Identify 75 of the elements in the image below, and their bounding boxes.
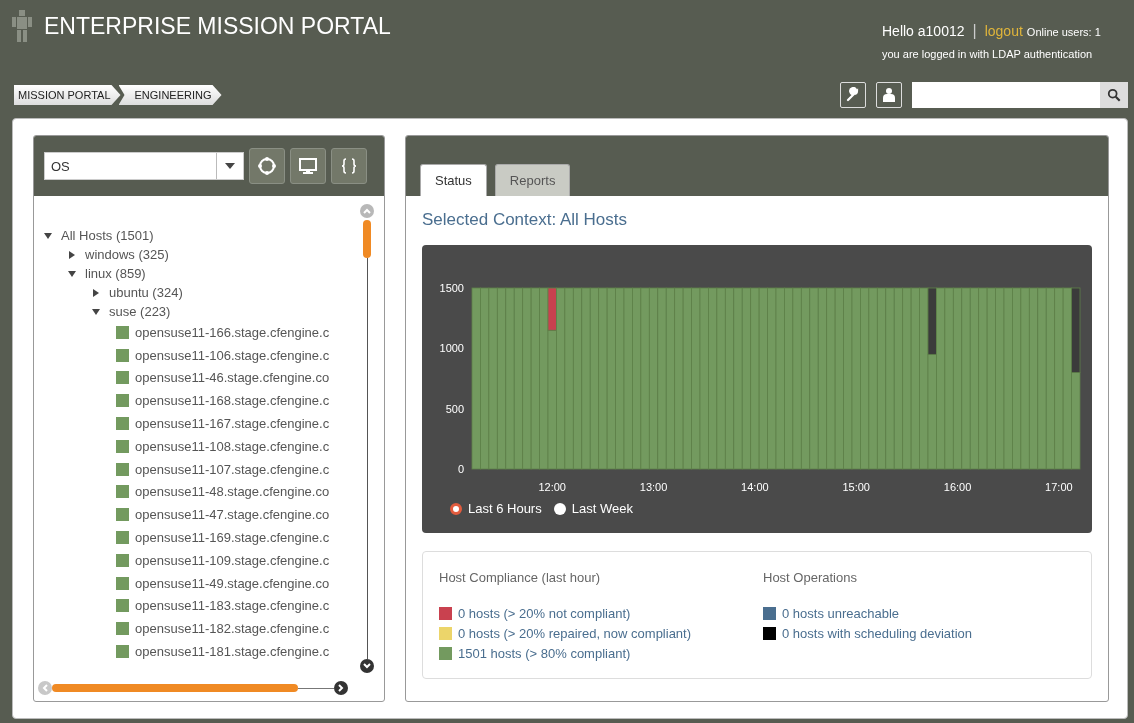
host-item[interactable]: opensuse11-166.stage.cfengine.c — [135, 324, 330, 340]
filter-dropdown[interactable]: OS — [44, 152, 244, 180]
tab[interactable]: Status — [420, 164, 487, 196]
x-tick-label: 12:00 — [538, 481, 566, 493]
host-item[interactable]: opensuse11-181.stage.cfengine.c — [135, 644, 330, 660]
wrench-icon — [845, 87, 861, 103]
tree-node[interactable]: windows (325) — [85, 247, 169, 262]
expanded-arrow-icon[interactable] — [92, 307, 100, 316]
y-tick-label: 1000 — [439, 342, 464, 355]
robot-logo-icon — [12, 10, 32, 42]
monitor-button[interactable] — [290, 148, 326, 184]
host-item[interactable]: opensuse11-182.stage.cfengine.c — [135, 621, 330, 637]
tree-node[interactable]: linux (859) — [85, 266, 146, 281]
tree-node[interactable]: All Hosts (1501) — [61, 228, 154, 243]
user-button[interactable] — [876, 82, 902, 108]
greeting: Hello a10012 — [882, 23, 965, 39]
host-item[interactable]: opensuse11-46.stage.cfengine.co — [135, 370, 330, 386]
person-icon — [881, 87, 897, 103]
expanded-arrow-icon[interactable] — [44, 231, 52, 240]
scroll-thumb[interactable] — [52, 684, 298, 692]
auth-note: you are logged in with LDAP authentication — [882, 48, 1094, 60]
portal-title: ENTERPRISE MISSION PORTAL — [44, 12, 391, 40]
caret-icon — [225, 163, 235, 169]
summary-heading: Host Compliance (last hour) — [439, 570, 602, 585]
summary-link[interactable]: 0 hosts (> 20% not compliant) — [458, 605, 631, 621]
summary-heading: Host Operations — [763, 570, 858, 585]
x-tick-label: 13:00 — [639, 481, 668, 493]
tree-node[interactable]: suse (223) — [109, 304, 171, 319]
breadcrumb-item[interactable]: MISSION PORTAL — [14, 85, 121, 105]
target-icon — [257, 156, 277, 176]
y-tick-label: 500 — [445, 402, 464, 415]
wrench-button[interactable] — [840, 82, 866, 108]
scroll-right-icon[interactable] — [334, 681, 348, 695]
breadcrumb-item[interactable]: ENGINEERING — [118, 85, 222, 105]
braces-icon — [339, 156, 359, 176]
host-item[interactable]: opensuse11-47.stage.cfengine.co — [135, 507, 330, 523]
host-item[interactable]: opensuse11-167.stage.cfengine.c — [135, 416, 330, 432]
host-item[interactable]: opensuse11-49.stage.cfengine.co — [135, 575, 330, 591]
online-users: Online users: 1 — [1026, 26, 1101, 38]
context-title: Selected Context: All Hosts — [422, 210, 629, 230]
summary-link[interactable]: 0 hosts (> 20% repaired, now compliant) — [458, 625, 692, 641]
expanded-arrow-icon[interactable] — [68, 269, 76, 278]
host-item[interactable]: opensuse11-107.stage.cfengine.c — [135, 461, 330, 477]
braces-button[interactable] — [331, 148, 367, 184]
x-tick-label: 17:00 — [1045, 481, 1073, 493]
y-tick-label: 0 — [457, 463, 464, 475]
scroll-thumb[interactable] — [363, 220, 371, 258]
separator: | — [972, 22, 977, 40]
logout-link[interactable]: logout — [984, 23, 1023, 39]
summary-link[interactable]: 1501 hosts (> 80% compliant) — [458, 645, 631, 661]
scroll-track — [298, 687, 334, 689]
tab[interactable]: Reports — [494, 164, 571, 196]
host-item[interactable]: opensuse11-48.stage.cfengine.co — [135, 484, 330, 500]
collapsed-arrow-icon[interactable] — [92, 288, 100, 297]
collapsed-arrow-icon[interactable] — [68, 250, 76, 259]
host-item[interactable]: opensuse11-108.stage.cfengine.c — [135, 438, 330, 454]
tree-node[interactable]: ubuntu (324) — [109, 285, 183, 300]
target-button[interactable] — [249, 148, 285, 184]
x-tick-label: 14:00 — [741, 481, 769, 493]
scroll-down-icon[interactable] — [360, 659, 374, 673]
host-item[interactable]: opensuse11-183.stage.cfengine.c — [135, 598, 330, 614]
vertical-scrollbar[interactable] — [360, 204, 374, 673]
summary-link[interactable]: 0 hosts unreachable — [782, 605, 900, 621]
x-tick-label: 15:00 — [842, 481, 870, 493]
range-radio[interactable]: Last 6 Hours — [450, 501, 542, 516]
x-tick-label: 16:00 — [943, 481, 972, 493]
host-item[interactable]: opensuse11-109.stage.cfengine.c — [135, 552, 330, 568]
summary-link[interactable]: 0 hosts with scheduling deviation — [782, 625, 973, 641]
search-icon[interactable] — [1107, 88, 1121, 102]
host-item[interactable]: opensuse11-169.stage.cfengine.c — [135, 530, 330, 546]
y-tick-label: 1500 — [439, 282, 464, 294]
host-item[interactable]: opensuse11-168.stage.cfengine.c — [135, 393, 330, 409]
range-radio[interactable]: Last Week — [553, 501, 633, 516]
host-item[interactable]: opensuse11-106.stage.cfengine.c — [135, 347, 330, 363]
monitor-icon — [298, 156, 318, 176]
